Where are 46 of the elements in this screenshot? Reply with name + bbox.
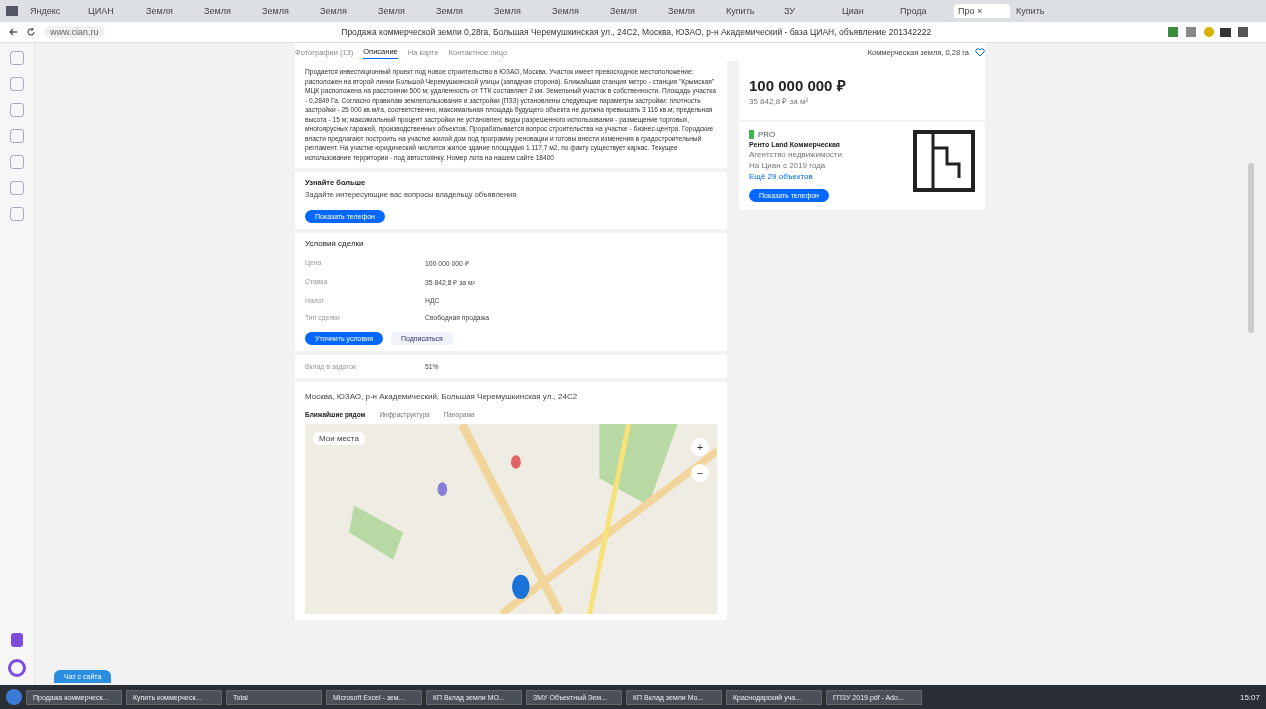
- browser-tab[interactable]: Яндекс: [26, 4, 82, 18]
- browser-tab[interactable]: Земля: [374, 4, 430, 18]
- sidebar-icon[interactable]: [10, 155, 24, 169]
- scrollbar-thumb[interactable]: [1248, 163, 1254, 333]
- pro-badge: PRO: [749, 130, 776, 139]
- price-text: 100 000 000 ₽: [749, 76, 847, 95]
- section-title: Условия сделки: [305, 239, 365, 248]
- browser-tab[interactable]: Земля: [606, 4, 662, 18]
- price-per-unit: 35 842,8 ₽ за м²: [749, 96, 810, 106]
- address-field[interactable]: www.cian.ru: [44, 26, 105, 38]
- browser-tab[interactable]: Земля: [548, 4, 604, 18]
- agency-logo-icon: [913, 130, 975, 192]
- browser-tab[interactable]: Земля: [490, 4, 546, 18]
- window-icon: [6, 6, 18, 16]
- sidebar-icon[interactable]: [10, 207, 24, 221]
- browser-tab[interactable]: Купить: [722, 4, 778, 18]
- back-icon[interactable]: [8, 27, 18, 37]
- agent-type: Агентство недвижимости: [749, 150, 842, 159]
- sidebar-icon[interactable]: [11, 633, 23, 647]
- my-places-button[interactable]: Мои места: [313, 432, 365, 445]
- start-button[interactable]: [6, 689, 22, 705]
- browser-tab[interactable]: Земля: [200, 4, 256, 18]
- browser-tab[interactable]: Земля: [142, 4, 198, 18]
- browser-tab[interactable]: Купить: [1012, 4, 1068, 18]
- browser-tab[interactable]: Земля: [316, 4, 372, 18]
- browser-tab[interactable]: ЦИАН: [84, 4, 140, 18]
- sidebar-icon[interactable]: [10, 51, 24, 65]
- page-title: Продажа коммерческой земли 0,28га, Большая Черемушкинская ул., 24С2, Москва, ЮЗАО, р-н Академический - база ЦИАН, объявление 201342222: [340, 27, 933, 37]
- browser-tab[interactable]: Земля: [664, 4, 720, 18]
- reload-icon[interactable]: [26, 27, 36, 37]
- agent-since: На Циан с 2019 года: [749, 161, 826, 170]
- sidebar-icon[interactable]: [10, 77, 24, 91]
- sidebar-icon[interactable]: [10, 181, 24, 195]
- browser-tab[interactable]: Земля: [258, 4, 314, 18]
- sidebar-icon[interactable]: [10, 129, 24, 143]
- browser-tab[interactable]: Про ×: [954, 4, 1010, 18]
- clock-text: 15:07: [1239, 692, 1260, 702]
- browser-tab[interactable]: ЗУ: [780, 4, 836, 18]
- address-text: Москва, ЮЗАО, р-н Академический, Большая Черемушкинская ул., 24С2: [305, 391, 579, 403]
- circle-icon[interactable]: [8, 659, 26, 677]
- more-listings-link[interactable]: Ещё 29 объектов: [749, 172, 813, 181]
- browser-tab[interactable]: Земля: [432, 4, 488, 18]
- browser-tab[interactable]: Прода: [896, 4, 952, 18]
- heart-icon[interactable]: [975, 47, 985, 57]
- browser-tab[interactable]: Циан: [838, 4, 894, 18]
- sidebar-icon[interactable]: [10, 103, 24, 117]
